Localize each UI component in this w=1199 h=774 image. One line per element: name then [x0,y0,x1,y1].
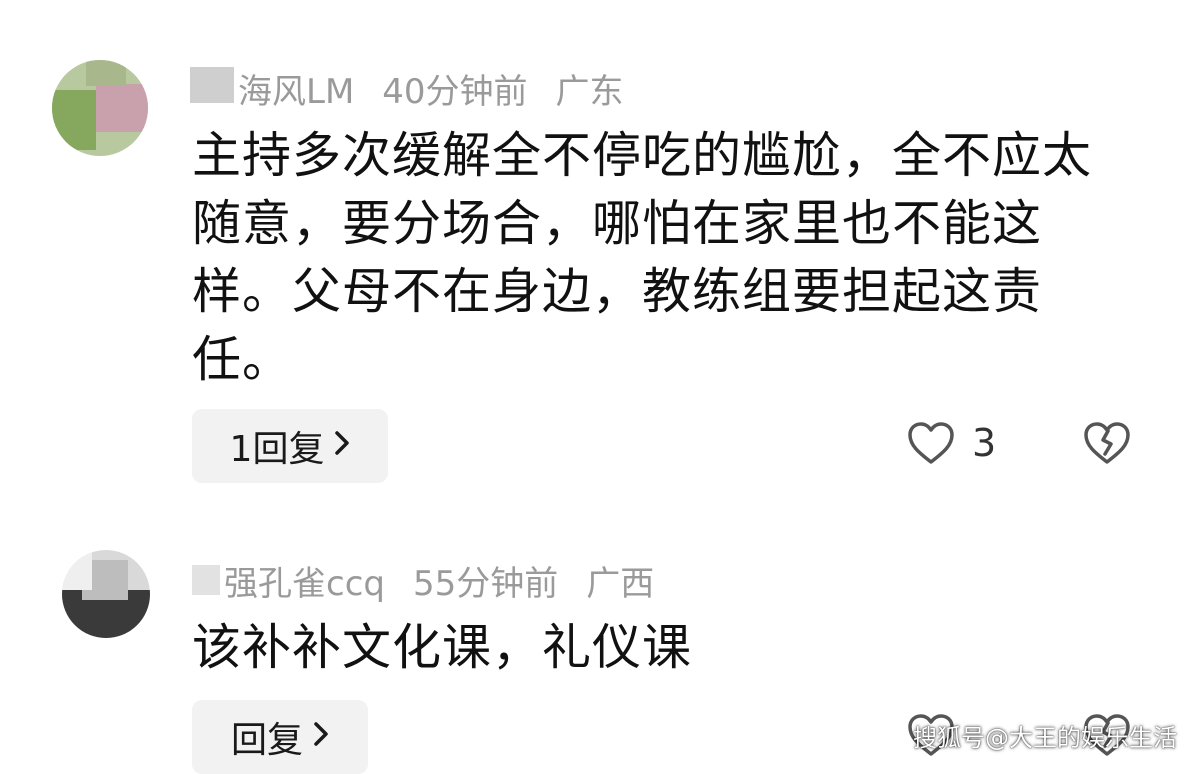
chevron-right-icon [313,720,329,755]
comment-meta: 海风LM 40分钟前 广东 [190,64,624,113]
avatar[interactable] [52,60,148,156]
timestamp: 40分钟前 [382,72,528,112]
reply-button[interactable]: 回复 [192,700,368,774]
reply-button[interactable]: 1回复 [192,409,388,483]
watermark-text: 搜狐号@大王的娱乐生活 [913,724,1177,752]
avatar[interactable] [62,550,150,638]
comment-text: 该补补文化课，礼仪课 [192,619,693,676]
username-mosaic [192,565,220,595]
like-count: 3 [972,421,997,465]
like-button[interactable]: 3 [906,420,996,466]
username[interactable]: 强孔雀ccq [224,556,385,605]
timestamp: 55分钟前 [412,564,559,604]
chevron-right-icon [334,429,350,464]
comment-text: 主持多次缓解全不停吃的尴尬，全不应太随意，要分场合，哪怕在家里也不能这样。父母不… [192,127,1093,388]
location: 广东 [555,72,624,112]
comment-meta: 强孔雀ccq 55分钟前 广西 [192,556,654,605]
comment-item: 海风LM 40分钟前 广东 主持多次缓解全不停吃的尴尬，全不应太随意，要分场合，… [0,0,1199,500]
location: 广西 [586,564,655,604]
reply-label: 1回复 [229,429,325,470]
username-mosaic [190,67,234,103]
broken-heart-icon[interactable] [1082,420,1132,470]
username[interactable]: 海风LM [238,64,354,113]
reply-label: 回复 [230,720,303,761]
heart-icon [906,420,956,466]
